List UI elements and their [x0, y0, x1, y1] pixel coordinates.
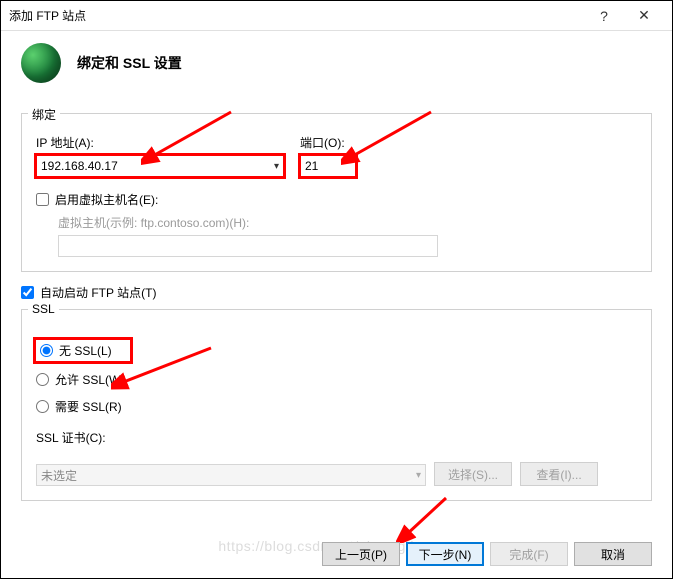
help-button[interactable]: ?	[584, 2, 624, 30]
binding-group: 绑定 IP 地址(A): 192.168.40.17 ▾ 端口(O): 启用虚拟…	[21, 113, 652, 272]
next-button[interactable]: 下一步(N)	[406, 542, 484, 566]
select-cert-button: 选择(S)...	[434, 462, 512, 486]
ssl-legend: SSL	[28, 302, 59, 316]
no-ssl-radio[interactable]	[40, 344, 53, 357]
titlebar: 添加 FTP 站点 ? ✕	[1, 1, 672, 31]
cancel-button[interactable]: 取消	[574, 542, 652, 566]
chevron-down-icon: ▾	[416, 470, 421, 481]
dialog-window: 添加 FTP 站点 ? ✕ 绑定和 SSL 设置 绑定 IP 地址(A): 19…	[0, 0, 673, 579]
footer-buttons: 上一页(P) 下一步(N) 完成(F) 取消	[322, 542, 652, 566]
enable-vhost-label: 启用虚拟主机名(E):	[55, 191, 158, 208]
view-cert-button: 查看(I)...	[520, 462, 598, 486]
ssl-cert-value: 未选定	[41, 467, 77, 484]
allow-ssl-radio[interactable]	[36, 373, 49, 386]
window-title: 添加 FTP 站点	[9, 7, 584, 24]
ssl-group: SSL 无 SSL(L) 允许 SSL(W) 需要 SSL(R) SSL 证书(…	[21, 309, 652, 501]
require-ssl-radio[interactable]	[36, 400, 49, 413]
page-title: 绑定和 SSL 设置	[77, 53, 182, 73]
autostart-label: 自动启动 FTP 站点(T)	[40, 284, 156, 301]
ssl-cert-select: 未选定 ▾	[36, 464, 426, 486]
require-ssl-label: 需要 SSL(R)	[55, 398, 122, 415]
globe-icon	[21, 43, 61, 83]
no-ssl-label: 无 SSL(L)	[59, 342, 112, 359]
close-button[interactable]: ✕	[624, 2, 664, 30]
autostart-checkbox[interactable]	[21, 286, 34, 299]
vhost-hint-label: 虚拟主机(示例: ftp.contoso.com)(H):	[58, 214, 637, 231]
allow-ssl-label: 允许 SSL(W)	[55, 371, 124, 388]
finish-button: 完成(F)	[490, 542, 568, 566]
chevron-down-icon: ▾	[274, 161, 279, 172]
port-input[interactable]	[300, 155, 356, 177]
ip-address-value: 192.168.40.17	[41, 159, 118, 173]
enable-vhost-checkbox[interactable]	[36, 193, 49, 206]
ssl-cert-label: SSL 证书(C):	[36, 429, 637, 446]
ip-address-label: IP 地址(A):	[36, 134, 284, 151]
prev-button[interactable]: 上一页(P)	[322, 542, 400, 566]
content-area: 绑定 IP 地址(A): 192.168.40.17 ▾ 端口(O): 启用虚拟…	[1, 113, 672, 501]
ip-address-combo[interactable]: 192.168.40.17 ▾	[36, 155, 284, 177]
binding-legend: 绑定	[28, 106, 60, 123]
dialog-header: 绑定和 SSL 设置	[1, 31, 672, 101]
vhost-input	[58, 235, 438, 257]
port-label: 端口(O):	[300, 134, 356, 151]
